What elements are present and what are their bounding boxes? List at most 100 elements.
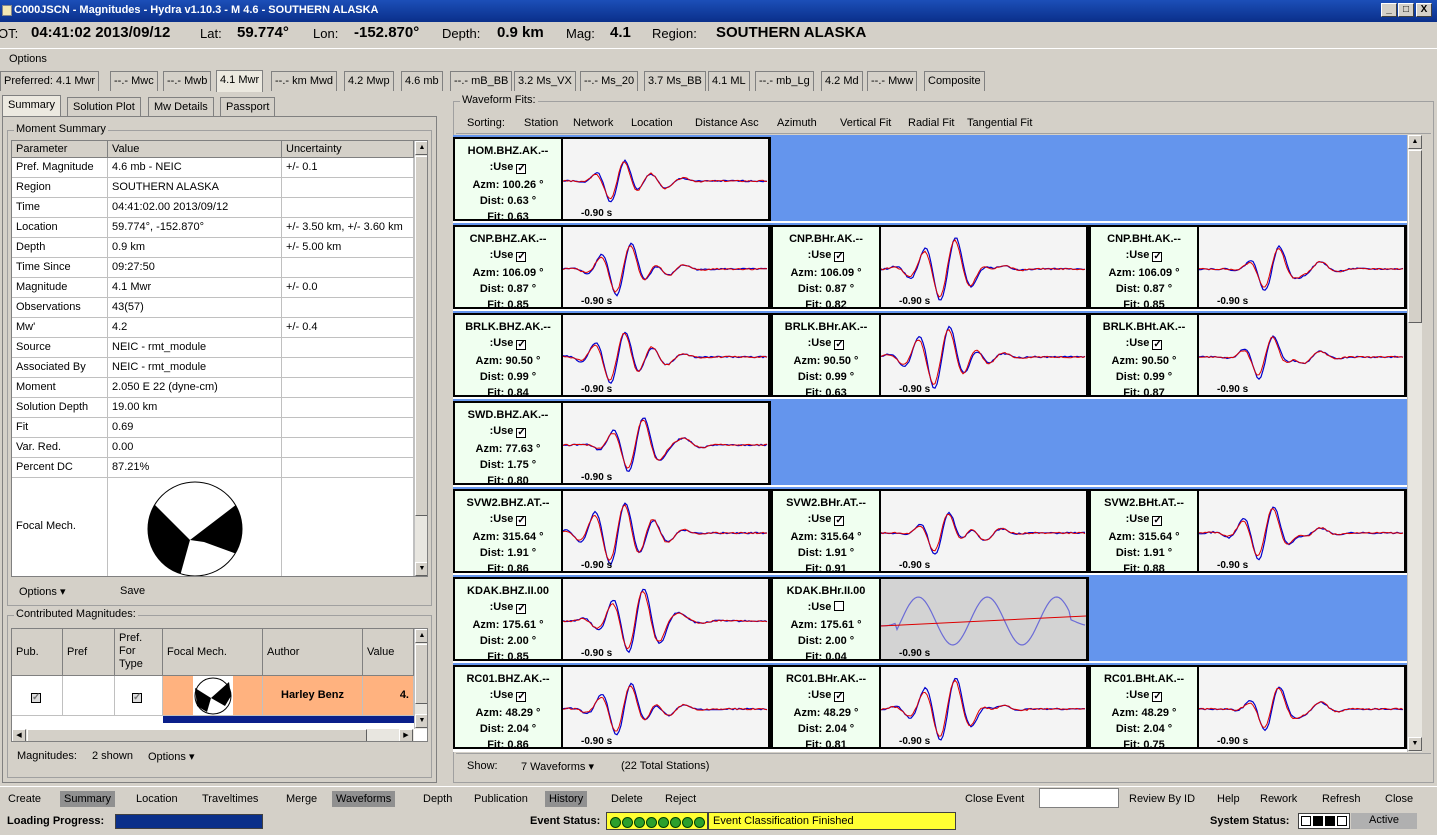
waveform-card[interactable]: RC01.BHZ.AK.--:Use ✓ Azm: 48.29 ° Dist: 2.0… [453, 665, 771, 749]
waveforms-button[interactable]: Waveforms [332, 791, 396, 807]
tab-mb-bb[interactable]: --.- mB_BB [450, 71, 513, 91]
use-checkbox[interactable]: ✓ [516, 428, 527, 438]
tab-ms-bb[interactable]: 3.7 Ms_BB [644, 71, 706, 91]
waveform-card[interactable]: CNP.BHt.AK.--:Use ✓ Azm: 106.09 ° Dist: 0.8… [1089, 225, 1407, 309]
contrib-vscroll[interactable]: ▲ ▼ [414, 629, 427, 729]
waveform-plot[interactable]: -0.90 s [881, 491, 1086, 571]
waveform-plot[interactable]: -0.90 s [881, 227, 1086, 307]
waveform-plot[interactable]: -0.90 s [563, 579, 768, 659]
tab-composite[interactable]: Composite [924, 71, 985, 91]
use-checkbox[interactable]: ✓ [1152, 692, 1163, 702]
header-focal-mech[interactable]: Focal Mech. [163, 629, 263, 676]
waveform-plot[interactable]: -0.90 s [1199, 491, 1404, 571]
summary-button[interactable]: Summary [60, 791, 116, 807]
close-button[interactable]: Close [1381, 791, 1417, 807]
waveform-plot[interactable]: -0.90 s [563, 667, 768, 747]
refresh-button[interactable]: Refresh [1318, 791, 1365, 807]
use-checkbox[interactable] [834, 601, 845, 611]
depth-button[interactable]: Depth [419, 791, 456, 807]
minimize-button[interactable]: _ [1381, 3, 1397, 17]
show-waveforms-dropdown[interactable]: 7 Waveforms ▾ [521, 760, 594, 773]
tab-mwc[interactable]: --.- Mwc [110, 71, 158, 91]
waveform-plot[interactable]: -0.90 s [1199, 227, 1404, 307]
save-button[interactable]: Save [120, 585, 145, 597]
rework-button[interactable]: Rework [1256, 791, 1301, 807]
close-window-button[interactable]: X [1416, 3, 1432, 17]
use-checkbox[interactable]: ✓ [516, 164, 527, 174]
scroll-down-icon[interactable]: ▼ [415, 714, 427, 728]
header-pref-for-type[interactable]: Pref. For Type [115, 629, 163, 676]
tab-ml[interactable]: 4.1 ML [708, 71, 750, 91]
waveform-scrollbar[interactable]: ▲ ▼ [1407, 135, 1422, 752]
waveform-card[interactable]: BRLK.BHr.AK.--:Use ✓ Azm: 90.50 ° Dist: 0.9… [771, 313, 1089, 397]
tab-mwr[interactable]: 4.1 Mwr [216, 70, 264, 92]
use-checkbox[interactable]: ✓ [516, 340, 527, 350]
use-checkbox[interactable]: ✓ [1152, 252, 1163, 262]
use-checkbox[interactable]: ✓ [1152, 340, 1163, 350]
waveform-plot[interactable]: -0.90 s [563, 139, 768, 219]
use-checkbox[interactable]: ✓ [516, 692, 527, 702]
contrib-hscroll[interactable]: ◀ ▶ [12, 729, 414, 741]
sort-distance-asc[interactable]: Distance Asc [695, 117, 759, 129]
options-menu[interactable]: Options [9, 53, 47, 65]
header-value[interactable]: Value [363, 629, 414, 676]
use-checkbox[interactable]: ✓ [516, 604, 527, 614]
header-uncertainty[interactable]: Uncertainty [282, 141, 414, 158]
waveform-card[interactable]: KDAK.BHr.II.00:Use Azm: 175.61 ° Dist: 2.0… [771, 577, 1089, 661]
tab-mwp[interactable]: 4.2 Mwp [344, 71, 394, 91]
waveform-plot[interactable]: -0.90 s [563, 227, 768, 307]
waveform-plot[interactable]: -0.90 s [881, 579, 1086, 659]
sort-radial-fit[interactable]: Radial Fit [908, 117, 954, 129]
review-by-id-button[interactable]: Review By ID [1125, 791, 1199, 807]
moment-options-button[interactable]: Options ▾ [19, 585, 66, 598]
create-button[interactable]: Create [4, 791, 45, 807]
scroll-thumb[interactable] [415, 644, 427, 704]
use-checkbox[interactable]: ✓ [834, 516, 845, 526]
waveform-card[interactable]: SVW2.BHt.AT.--:Use ✓ Azm: 315.64 ° Dist: 1.… [1089, 489, 1407, 573]
scroll-left-icon[interactable]: ◀ [12, 729, 26, 741]
hscroll-thumb[interactable] [27, 729, 367, 741]
header-pref[interactable]: Pref [63, 629, 115, 676]
waveform-plot[interactable]: -0.90 s [563, 491, 768, 571]
magnitudes-options-button[interactable]: Options ▾ [148, 750, 195, 763]
tab-md[interactable]: 4.2 Md [821, 71, 863, 91]
waveform-card[interactable]: RC01.BHr.AK.--:Use ✓ Azm: 48.29 ° Dist: 2.0… [771, 665, 1089, 749]
tab-preferred[interactable]: Preferred: 4.1 Mwr [0, 71, 100, 91]
header-author[interactable]: Author [263, 629, 363, 676]
tab-ms-vx[interactable]: 3.2 Ms_VX [514, 71, 576, 91]
use-checkbox[interactable]: ✓ [834, 340, 845, 350]
waveform-plot[interactable]: -0.90 s [881, 667, 1086, 747]
waveform-card[interactable]: KDAK.BHZ.II.00:Use ✓ Azm: 175.61 ° Dist: 2.… [453, 577, 771, 661]
sort-network[interactable]: Network [573, 117, 613, 129]
header-pub[interactable]: Pub. [12, 629, 63, 676]
tab-mw-details[interactable]: Mw Details [148, 97, 214, 116]
sort-location[interactable]: Location [631, 117, 673, 129]
use-checkbox[interactable]: ✓ [1152, 516, 1163, 526]
tab-passport[interactable]: Passport [220, 97, 276, 116]
publication-button[interactable]: Publication [470, 791, 532, 807]
tab-mb[interactable]: 4.6 mb [401, 71, 443, 91]
sort-station[interactable]: Station [524, 117, 558, 129]
waveform-card[interactable]: CNP.BHZ.AK.--:Use ✓ Azm: 106.09 ° Dist: 0.8… [453, 225, 771, 309]
waveform-card[interactable]: CNP.BHr.AK.--:Use ✓ Azm: 106.09 ° Dist: 0.8… [771, 225, 1089, 309]
scroll-right-icon[interactable]: ▶ [399, 729, 413, 741]
history-button[interactable]: History [545, 791, 588, 807]
pub-checkbox[interactable]: ✓ [12, 676, 63, 716]
waveform-card[interactable]: RC01.BHt.AK.--:Use ✓ Azm: 48.29 ° Dist: 2.0… [1089, 665, 1407, 749]
waveform-card[interactable]: HOM.BHZ.AK.--:Use ✓ Azm: 100.26 ° Dist: 0.6… [453, 137, 771, 221]
scroll-thumb[interactable] [1408, 150, 1422, 323]
pref-for-type-checkbox[interactable]: ✓ [115, 676, 163, 716]
tab-mww[interactable]: --.- Mww [867, 71, 918, 91]
delete-button[interactable]: Delete [607, 791, 647, 807]
scroll-down-icon[interactable]: ▼ [415, 562, 427, 576]
tab-ms-20[interactable]: --.- Ms_20 [580, 71, 639, 91]
scroll-up-icon[interactable]: ▲ [1408, 135, 1422, 149]
sort-azimuth[interactable]: Azimuth [777, 117, 817, 129]
header-parameter[interactable]: Parameter [12, 141, 108, 158]
sort-vertical-fit[interactable]: Vertical Fit [840, 117, 891, 129]
scroll-up-icon[interactable]: ▲ [415, 629, 427, 643]
tab-mwd[interactable]: --.- km Mwd [271, 71, 338, 91]
header-value[interactable]: Value [108, 141, 282, 158]
maximize-button[interactable]: □ [1398, 3, 1414, 17]
sort-tangential-fit[interactable]: Tangential Fit [967, 117, 1032, 129]
